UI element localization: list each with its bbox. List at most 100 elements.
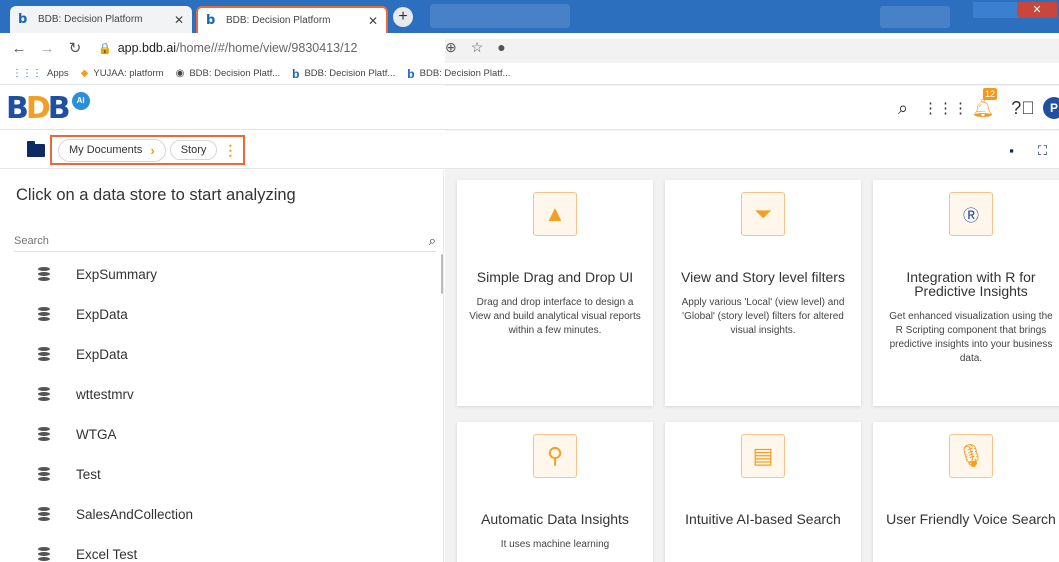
datastore-label: WTGA <box>76 426 117 442</box>
back-icon[interactable]: ← <box>10 40 28 57</box>
chevron-right-icon: › <box>150 142 155 158</box>
bdb-favicon-icon: b <box>407 66 415 81</box>
blurred-region <box>430 4 570 28</box>
logo-letter: D <box>25 91 51 126</box>
window-close-button[interactable]: ✕ <box>1017 2 1057 18</box>
datastore-item[interactable]: ExpSummary <box>0 254 440 294</box>
database-icon <box>38 427 50 441</box>
search-box: ⌕ <box>14 230 436 252</box>
feature-card-filters[interactable]: ⏷ View and Story level filters Apply var… <box>665 180 861 406</box>
datastore-item[interactable]: SalesAndCollection <box>0 494 440 534</box>
browser-tab-1[interactable]: b BDB: Decision Platform ✕ <box>10 6 192 33</box>
more-options-icon[interactable]: ⋮ <box>223 142 237 159</box>
breadcrumb-label: My Documents <box>69 144 143 156</box>
datastore-item[interactable]: Excel Test <box>0 534 440 562</box>
notification-count-badge: 12 <box>983 87 998 100</box>
datastore-label: Test <box>76 466 101 482</box>
bookmark-label: YUJAA: platform <box>93 68 164 79</box>
datastore-item[interactable]: Test <box>0 454 440 494</box>
close-tab-icon[interactable]: ✕ <box>174 13 184 27</box>
bookmarks-bar: ⋮⋮⋮ Apps ◆ YUJAA: platform ◉ BDB: Decision … <box>0 63 1059 85</box>
bookmark-label: BDB: Decision Platf... <box>304 68 396 79</box>
notification-bell-icon[interactable]: 🔔︎ 12 <box>963 87 1003 119</box>
database-icon <box>38 547 50 561</box>
card-title: View and Story level filters <box>681 269 845 285</box>
yujaa-icon: ◆ <box>80 68 89 79</box>
url-host: app.bdb.ai <box>117 41 177 55</box>
card-title: Simple Drag and Drop UI <box>476 269 634 285</box>
datastore-label: Excel Test <box>76 546 138 562</box>
scrollbar-thumb[interactable] <box>441 254 443 294</box>
breadcrumb-bar: My Documents › Story ⋮ ▪ ⛶ <box>0 131 1059 169</box>
bookmark-bdb-1[interactable]: ◉ BDB: Decision Platf... <box>176 68 281 79</box>
datastore-item[interactable]: ExpData <box>0 334 440 374</box>
breadcrumb-story[interactable]: Story <box>169 140 218 160</box>
database-icon <box>38 267 50 281</box>
card-title: Integration with R for Predictive Insigh… <box>906 269 1036 299</box>
fullscreen-icon[interactable]: ⛶ <box>1038 143 1047 159</box>
avatar[interactable]: P <box>1043 97 1059 119</box>
datastore-label: SalesAndCollection <box>76 506 194 522</box>
app-header: B D B AI ⌕ ⋮⋮⋮ 🔔︎ 12 ?⃝ P <box>0 86 1059 130</box>
blurred-region <box>880 6 950 28</box>
feature-card-data-insights[interactable]: ⚲ Automatic Data Insights It uses machin… <box>457 422 653 562</box>
new-tab-button[interactable]: + <box>393 7 413 27</box>
forward-icon[interactable]: → <box>38 40 56 57</box>
folder-icon[interactable] <box>27 141 45 157</box>
reload-icon[interactable]: ↻ <box>66 39 84 57</box>
help-icon[interactable]: ?⃝ <box>1003 98 1043 119</box>
bookmark-label: Apps <box>47 68 69 79</box>
search-icon[interactable]: ⌕ <box>429 233 436 249</box>
card-title: Intuitive AI-based Search <box>685 511 841 527</box>
feature-card-voice-search[interactable]: 🎙︎ User Friendly Voice Search <box>873 422 1059 562</box>
datastore-label: ExpData <box>76 306 128 322</box>
filter-icon: ⏷ <box>741 192 785 236</box>
datastore-panel: Click on a data store to start analyzing… <box>0 170 444 562</box>
breadcrumb: My Documents › Story ⋮ <box>50 135 246 165</box>
search-icon[interactable]: ⌕ <box>883 98 923 119</box>
browser-tab-title: BDB: Decision Platform <box>38 14 143 25</box>
url-field[interactable]: app.bdb.ai/home//#/home/view/9830413/12 <box>118 41 358 55</box>
datastore-item[interactable]: wttestmrv <box>0 374 440 414</box>
browser-tab-2[interactable]: b BDB: Decision Platform ✕ <box>196 6 388 33</box>
logo-ai-badge: AI <box>71 92 90 110</box>
bookmark-label: BDB: Decision Platf... <box>419 68 511 79</box>
feature-card-ai-search[interactable]: ▤ Intuitive AI-based Search <box>665 422 861 562</box>
bookmark-yujaa[interactable]: ◆ YUJAA: platform <box>81 68 164 79</box>
logo-letter: B <box>47 91 71 126</box>
feature-card-r-integration[interactable]: Ⓡ Integration with R for Predictive Insi… <box>873 180 1059 406</box>
apps-grid-icon: ⋮⋮⋮ <box>12 68 42 79</box>
card-description: Drag and drop interface to design a View… <box>469 297 641 336</box>
datastore-item[interactable]: WTGA <box>0 414 440 454</box>
apps-grid-icon[interactable]: ⋮⋮⋮ <box>923 99 968 117</box>
database-icon <box>38 307 50 321</box>
address-bar: ← → ↻ 🔒 app.bdb.ai/home//#/home/view/983… <box>0 33 1059 431</box>
bdb-favicon-icon: b <box>292 66 300 81</box>
bdb-logo[interactable]: B D B AI <box>6 90 90 126</box>
image-icon: ▲ <box>533 192 577 236</box>
feature-cards-area: ▲ Simple Drag and Drop UI Drag and drop … <box>445 170 1059 562</box>
database-icon <box>38 347 50 361</box>
bookmark-bdb-3[interactable]: b BDB: Decision Platf... <box>407 67 510 81</box>
window-controls[interactable]: ✕ <box>973 2 1057 18</box>
search-input[interactable] <box>14 230 394 247</box>
voice-icon: 🎙︎ <box>949 434 993 478</box>
close-tab-icon[interactable]: ✕ <box>368 14 378 28</box>
card-description: Get enhanced visualization using the R S… <box>889 311 1053 364</box>
bdb-favicon-icon: b <box>206 12 216 28</box>
datastore-list: ExpSummary ExpData ExpData wttestmrv WTGA Tes… <box>0 254 440 562</box>
browser-tab-title: BDB: Decision Platform <box>226 15 331 26</box>
breadcrumb-my-documents[interactable]: My Documents › <box>58 138 166 162</box>
feature-card-drag-drop[interactable]: ▲ Simple Drag and Drop UI Drag and drop … <box>457 180 653 406</box>
datastore-item[interactable]: ExpData <box>0 294 440 334</box>
ai-search-icon: ▤ <box>741 434 785 478</box>
insights-icon: ⚲ <box>533 434 577 478</box>
card-title: Automatic Data Insights <box>481 511 629 527</box>
comment-icon[interactable]: ▪ <box>1009 143 1014 159</box>
database-icon <box>38 387 50 401</box>
bookmark-bdb-2[interactable]: b BDB: Decision Platf... <box>292 67 395 81</box>
bookmark-apps[interactable]: ⋮⋮⋮ Apps <box>12 68 69 79</box>
card-description: It uses machine learning <box>500 539 610 550</box>
logo-letter: B <box>6 91 29 126</box>
url-path: /home//#/home/view/9830413/12 <box>176 41 358 55</box>
